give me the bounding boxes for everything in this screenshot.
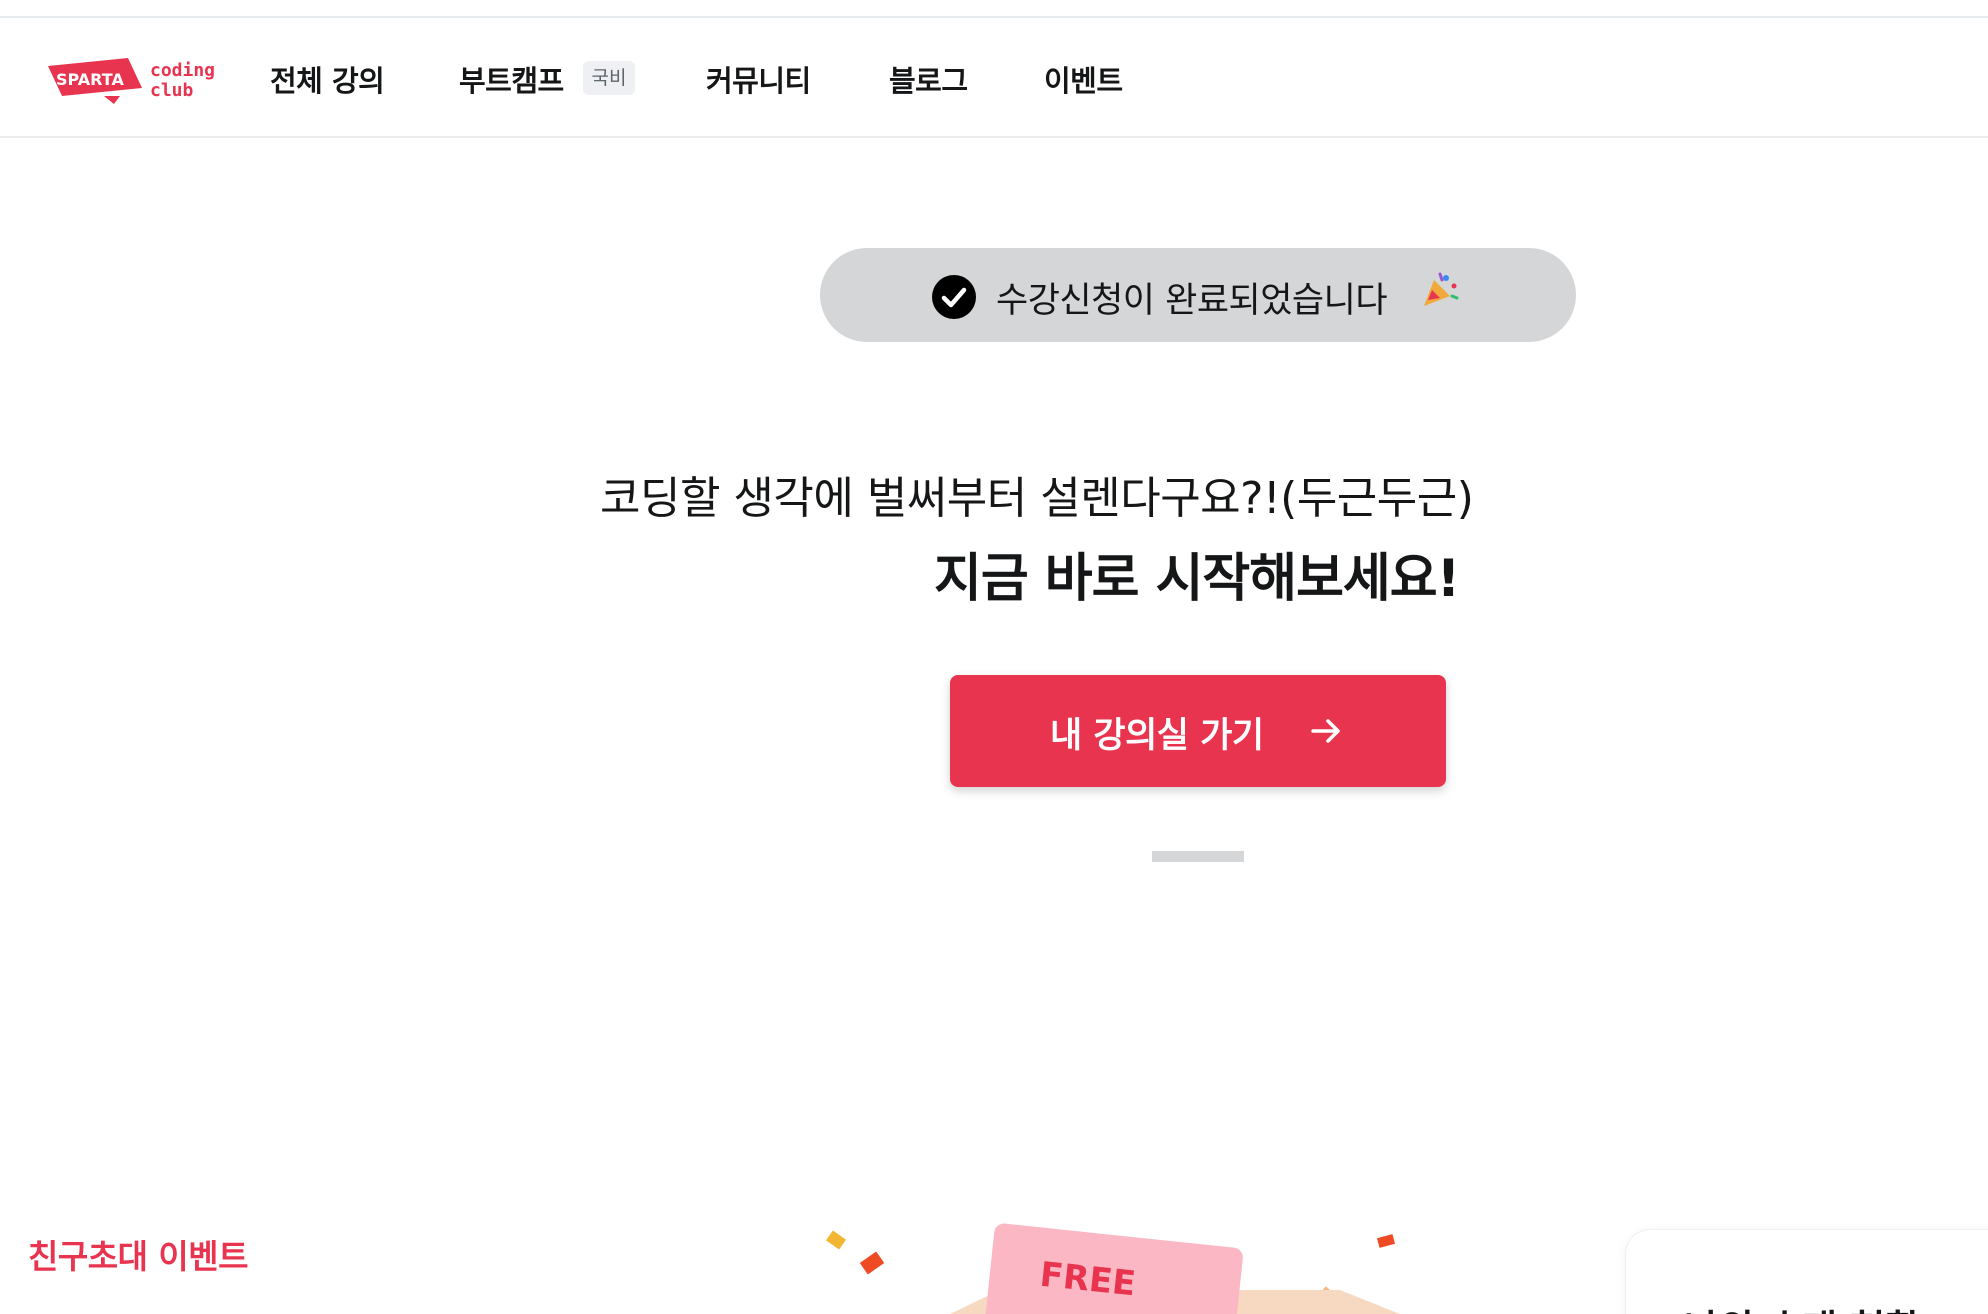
page: SPARTA coding club 전체 강의 부트캠프 국비 커뮤니티 블로… <box>0 0 1988 1314</box>
hero-subtitle: 코딩할 생각에 벌써부터 설렌다구요?!(두근두근) <box>600 473 1474 524</box>
nav-event[interactable]: 이벤트 <box>1044 58 1123 100</box>
logo-subtext-club: club <box>150 80 194 101</box>
confetti-piece <box>1376 1234 1396 1248</box>
cta-label: 내 강의실 가기 <box>1050 716 1264 756</box>
go-to-my-classroom-button[interactable]: 내 강의실 가기 <box>950 675 1446 787</box>
invite-status-title: 나의 초대 현황 <box>1684 1298 1920 1314</box>
nav-bootcamp-badge: 국비 <box>583 61 635 95</box>
confetti-piece <box>859 1251 885 1275</box>
enrollment-complete-toast: 수강신청이 완료되었습니다 <box>820 248 1576 342</box>
invite-status-card: 나의 초대 현황 <box>1626 1230 1988 1314</box>
confetti-piece <box>826 1230 846 1250</box>
check-circle-icon <box>932 275 976 319</box>
toast-message: 수강신청이 완료되었습니다 <box>996 281 1388 321</box>
nav-bootcamp[interactable]: 부트캠프 <box>459 58 564 100</box>
party-popper-icon <box>1420 270 1460 310</box>
logo-text: SPARTA <box>56 70 124 89</box>
nav-blog[interactable]: 블로그 <box>889 58 968 100</box>
nav-community[interactable]: 커뮤니티 <box>706 58 811 100</box>
free-ticket-illustration: FREE <box>826 1223 1400 1314</box>
sparta-logo[interactable]: SPARTA coding club <box>44 48 224 106</box>
friend-invite-event-label: 친구초대 이벤트 <box>28 1237 249 1276</box>
nav-all-courses[interactable]: 전체 강의 <box>270 58 385 100</box>
global-nav-bar: SPARTA coding club 전체 강의 부트캠프 국비 커뮤니티 블로… <box>0 18 1988 138</box>
arrow-right-icon <box>1311 719 1340 743</box>
sparta-logo-icon: SPARTA coding club <box>48 58 215 104</box>
section-divider <box>1152 851 1244 862</box>
logo-subtext-coding: coding <box>150 60 215 81</box>
hero-title: 지금 바로 시작해보세요! <box>934 549 1460 609</box>
